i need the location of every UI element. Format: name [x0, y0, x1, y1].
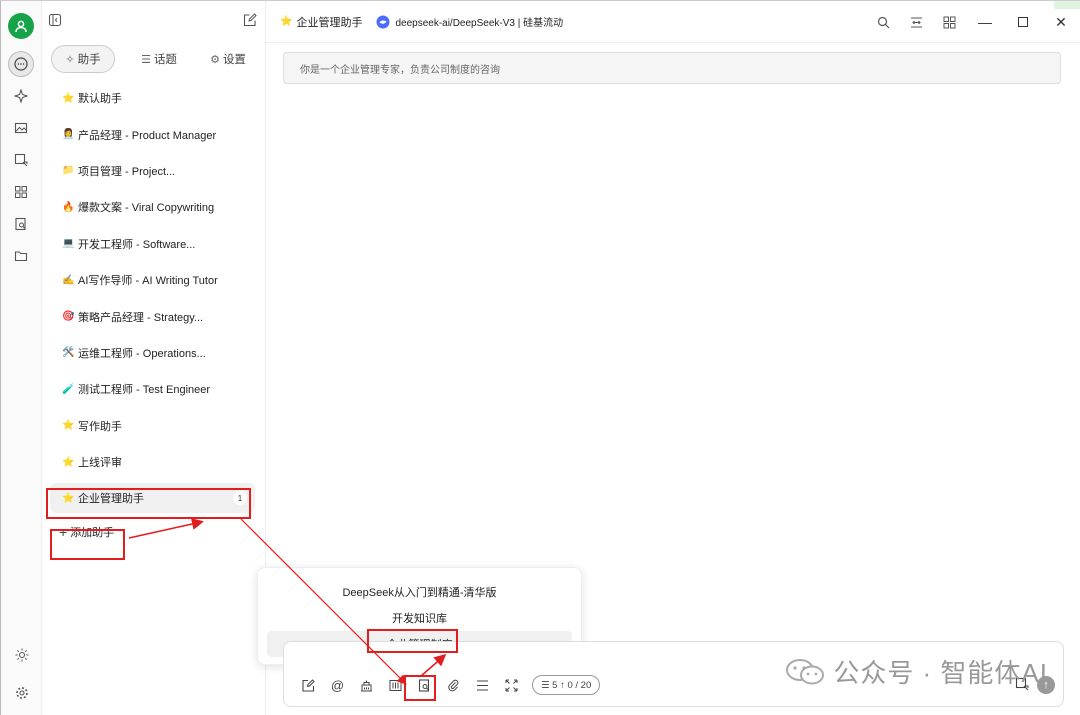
app-window: ✧ 助手 ☰ 话题 ⚙ 设置 ⭐ 默认助手 👩‍💼 产品经理 - Product M…: [0, 0, 1080, 715]
wechat-logo-icon: [786, 658, 825, 684]
arrow-add-to-selected: [128, 518, 204, 539]
annotation-arrows: [128, 518, 447, 685]
arrow-selected-to-kb: [240, 518, 407, 685]
watermark: 公众号 · 智能体AI: [785, 653, 1048, 690]
arrow-kb-to-option: [420, 654, 447, 677]
